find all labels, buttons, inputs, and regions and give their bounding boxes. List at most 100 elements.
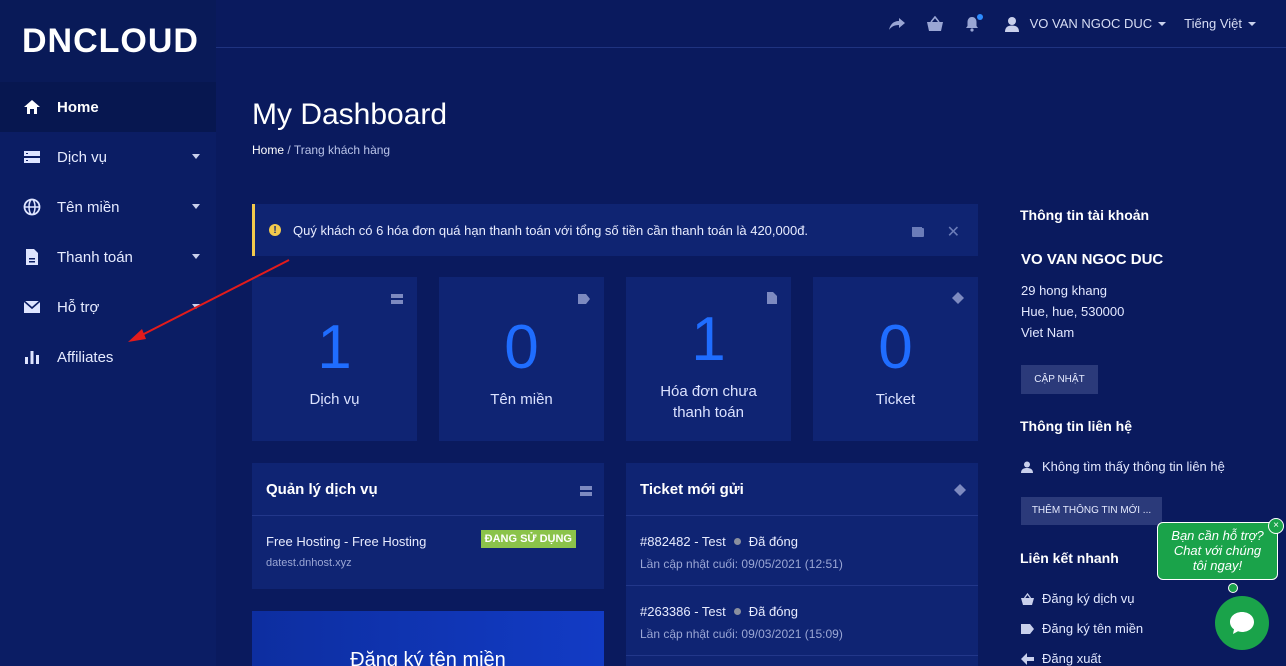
chat-icon bbox=[1228, 610, 1256, 636]
document-icon bbox=[22, 247, 42, 267]
ticket-status: Đã đóng bbox=[748, 534, 798, 549]
sidebar-item-label: Tên miền bbox=[57, 198, 120, 216]
ticket-icon bbox=[954, 483, 966, 500]
share-icon[interactable] bbox=[888, 17, 906, 31]
stat-label: Tên miền bbox=[490, 391, 553, 408]
stat-value: 1 bbox=[317, 313, 352, 382]
register-domain-banner[interactable]: Đăng ký tên miền bbox=[252, 611, 604, 666]
notification-dot bbox=[976, 13, 983, 20]
chevron-down-icon bbox=[192, 154, 200, 159]
account-info-title: Thông tin tài khoản bbox=[1020, 207, 1150, 223]
bar-chart-icon bbox=[22, 347, 42, 367]
panel-title: Ticket mới gửi bbox=[640, 480, 744, 498]
chevron-down-icon bbox=[192, 254, 200, 259]
status-dot bbox=[733, 608, 741, 615]
chevron-down-icon bbox=[192, 304, 200, 309]
logo-area[interactable]: DNCLOUD bbox=[0, 0, 216, 82]
address-line-1: 29 hong khang bbox=[1021, 283, 1108, 298]
sidebar-item-affiliates[interactable]: Affiliates bbox=[0, 332, 216, 382]
sidebar-item-label: Hỗ trợ bbox=[57, 298, 100, 316]
breadcrumb-current: Trang khách hàng bbox=[293, 143, 391, 157]
document-icon bbox=[767, 291, 777, 309]
envelope-icon bbox=[22, 297, 42, 317]
user-menu[interactable]: VO VAN NGOC DUC bbox=[1004, 16, 1167, 32]
ticket-updated: Lần cập nhật cuối: 09/03/2021 (15:09) bbox=[640, 627, 843, 641]
wallet-icon[interactable] bbox=[911, 226, 925, 238]
server-icon bbox=[22, 147, 42, 167]
tag-icon bbox=[578, 291, 590, 309]
quick-link-label: Đăng xuất bbox=[1042, 651, 1102, 666]
contact-empty-message: Không tìm thấy thông tin liên hệ bbox=[1020, 459, 1225, 474]
stat-card-services[interactable]: 1 Dịch vụ bbox=[252, 277, 417, 441]
chevron-down-icon bbox=[192, 204, 200, 209]
contact-info-title: Thông tin liên hệ bbox=[1020, 418, 1132, 434]
user-icon bbox=[1020, 461, 1034, 473]
stat-label: Dịch vụ bbox=[309, 391, 360, 408]
status-dot bbox=[733, 538, 741, 545]
sidebar-item-services[interactable]: Dịch vụ bbox=[0, 132, 216, 182]
server-icon bbox=[580, 483, 592, 500]
stat-value: 0 bbox=[878, 313, 913, 382]
stat-card-unpaid-invoices[interactable]: 1 Hóa đơn chưa thanh toán bbox=[626, 277, 791, 441]
quick-link-label: Đăng ký dịch vụ bbox=[1042, 591, 1135, 606]
quick-link-register-domain[interactable]: Đăng ký tên miền bbox=[1020, 621, 1143, 636]
add-contact-button[interactable]: THÊM THÔNG TIN MỚI ... bbox=[1021, 497, 1162, 525]
alert-text: Quý khách có 6 hóa đơn quá hạn thanh toá… bbox=[293, 222, 809, 238]
sidebar-item-label: Home bbox=[57, 98, 99, 116]
language-selector[interactable]: Tiếng Việt bbox=[1184, 16, 1256, 31]
logo[interactable]: DNCLOUD bbox=[22, 22, 199, 61]
sidebar-item-billing[interactable]: Thanh toán bbox=[0, 232, 216, 282]
service-row[interactable]: Free Hosting - Free Hosting datest.dnhos… bbox=[252, 516, 604, 587]
quick-link-order-service[interactable]: Đăng ký dịch vụ bbox=[1020, 591, 1135, 606]
address-country: Viet Nam bbox=[1021, 325, 1075, 340]
ticket-updated: Lần cập nhật cuối: 09/05/2021 (12:51) bbox=[640, 557, 843, 571]
warning-icon: ! bbox=[269, 224, 281, 236]
register-domain-title: Đăng ký tên miền bbox=[350, 649, 506, 666]
account-address: 29 hong khang Hue, hue, 530000 Viet Nam bbox=[1021, 280, 1124, 343]
breadcrumb-home[interactable]: Home bbox=[252, 143, 284, 157]
sidebar: DNCLOUD Home Dịch vụ Tên miền Thanh toán… bbox=[0, 0, 216, 666]
basket-icon[interactable] bbox=[926, 15, 944, 32]
update-account-button[interactable]: CẬP NHẬT bbox=[1021, 365, 1098, 394]
sidebar-item-label: Affiliates bbox=[57, 348, 114, 366]
basket-icon bbox=[1020, 592, 1034, 605]
user-icon bbox=[1004, 16, 1020, 32]
panel-title: Quản lý dịch vụ bbox=[266, 480, 378, 498]
close-icon[interactable]: ✕ bbox=[947, 222, 960, 242]
language-label: Tiếng Việt bbox=[1184, 16, 1242, 31]
ticket-row[interactable]: #882482 - Test Đã đóng Lần cập nhật cuối… bbox=[626, 516, 978, 586]
ticket-row[interactable]: #263386 - Test Đã đóng Lần cập nhật cuối… bbox=[626, 586, 978, 656]
breadcrumb: Home / Trang khách hàng bbox=[252, 143, 390, 157]
sidebar-item-domains[interactable]: Tên miền bbox=[0, 182, 216, 232]
stat-card-domains[interactable]: 0 Tên miền bbox=[439, 277, 604, 441]
sidebar-item-label: Dịch vụ bbox=[57, 148, 108, 166]
chat-launcher-button[interactable] bbox=[1215, 596, 1269, 650]
chat-prompt-line: Chat với chúng bbox=[1173, 543, 1262, 558]
status-badge: ĐANG SỬ DỤNG bbox=[480, 530, 576, 548]
quick-link-logout[interactable]: Đăng xuất bbox=[1020, 651, 1101, 666]
chevron-down-icon bbox=[1248, 21, 1256, 26]
tag-icon bbox=[1020, 623, 1034, 634]
home-icon bbox=[22, 97, 42, 117]
quick-links-title: Liên kết nhanh bbox=[1020, 550, 1119, 566]
panel-header: Quản lý dịch vụ bbox=[252, 463, 604, 516]
sidebar-item-support[interactable]: Hỗ trợ bbox=[0, 282, 216, 332]
account-name: VO VAN NGOC DUC bbox=[1021, 251, 1164, 268]
bell-icon[interactable] bbox=[964, 13, 983, 32]
chat-prompt-line: Bạn cần hỗ trợ? bbox=[1171, 528, 1264, 543]
sidebar-item-home[interactable]: Home bbox=[0, 82, 216, 132]
chat-bubble-tail bbox=[1228, 583, 1238, 593]
ticket-id[interactable]: #263386 - Test bbox=[640, 604, 726, 619]
ticket-id[interactable]: #882482 - Test bbox=[640, 534, 726, 549]
server-icon bbox=[391, 291, 403, 309]
chat-prompt-line: tôi ngay! bbox=[1192, 558, 1243, 573]
chat-close-button[interactable]: × bbox=[1268, 518, 1284, 534]
ticket-icon bbox=[952, 291, 964, 309]
services-panel: Quản lý dịch vụ Free Hosting - Free Host… bbox=[252, 463, 604, 589]
top-bar: VO VAN NGOC DUC Tiếng Việt bbox=[216, 0, 1286, 48]
logout-icon bbox=[1020, 652, 1034, 665]
stat-card-tickets[interactable]: 0 Ticket bbox=[813, 277, 978, 441]
tickets-panel: Ticket mới gửi #882482 - Test Đã đóng Lầ… bbox=[626, 463, 978, 666]
chat-prompt-bubble[interactable]: Bạn cần hỗ trợ? Chat với chúng tôi ngay! bbox=[1157, 522, 1278, 580]
chevron-down-icon bbox=[1158, 21, 1167, 26]
